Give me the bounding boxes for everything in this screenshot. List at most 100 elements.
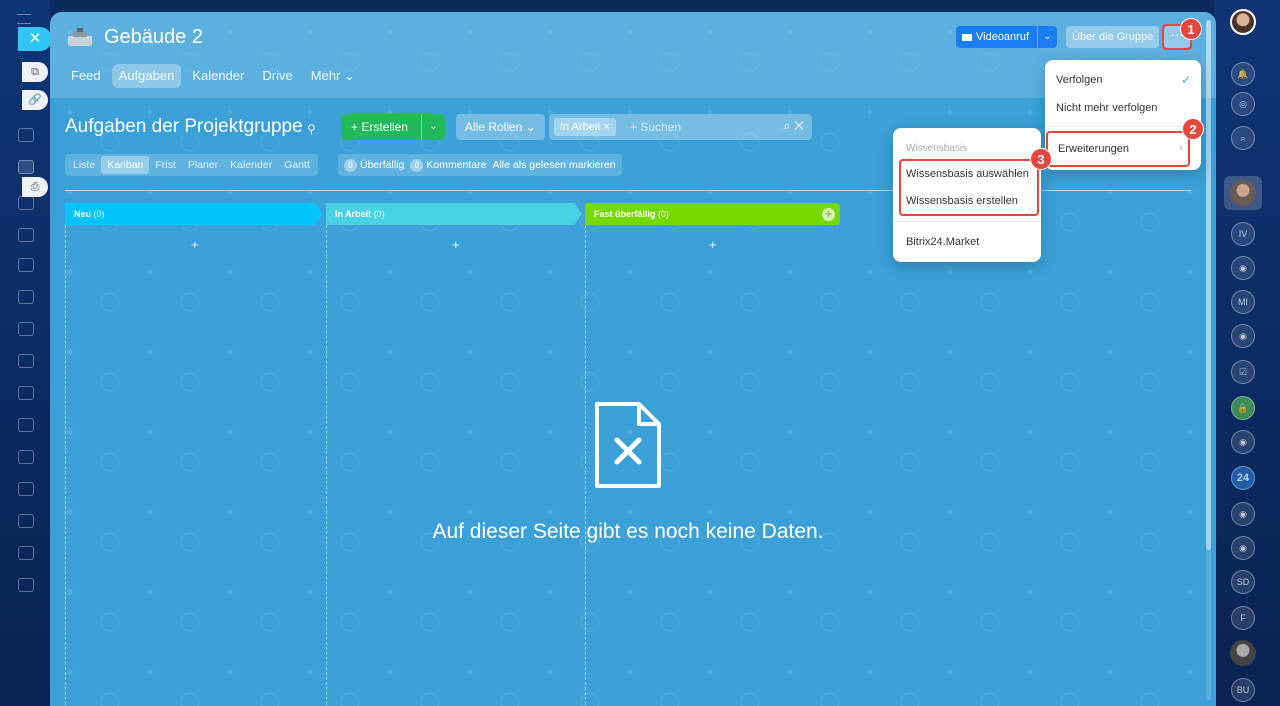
mark-all-read-link[interactable]: Alle als gelesen markieren <box>492 159 615 171</box>
scrollbar-thumb[interactable] <box>1206 20 1211 550</box>
chat-group-icon[interactable]: ◉ <box>1231 430 1255 454</box>
print-icon[interactable]: ⎙ <box>22 177 48 197</box>
list-icon[interactable] <box>18 196 34 210</box>
people-icon[interactable] <box>18 578 34 592</box>
tab-feed[interactable]: Feed <box>64 64 108 88</box>
chat-mi[interactable]: MI <box>1231 290 1255 314</box>
settings-icon[interactable] <box>18 450 34 464</box>
box-icon[interactable] <box>18 514 34 528</box>
group-title: Gebäude 2 <box>104 26 203 48</box>
right-sidebar: 🔔 ◎ ⌕ IV ◉ MI ◉ ☑ 🔒 ◉ 24 ◉ ◉ SD F BU <box>1214 0 1280 706</box>
view-tab-deadline[interactable]: Frist <box>149 156 181 174</box>
menu-item-bitrix24-market[interactable]: Bitrix24.Market <box>906 236 979 248</box>
column-separator <box>585 225 586 706</box>
tab-drive[interactable]: Drive <box>255 64 299 88</box>
clear-search-icon[interactable]: ✕ <box>794 118 804 133</box>
search-placeholder: + Suchen <box>630 120 682 134</box>
scrollbar[interactable] <box>1206 20 1211 700</box>
chat-iv[interactable]: IV <box>1231 222 1255 246</box>
calendar-icon[interactable] <box>18 290 34 304</box>
card-icon[interactable] <box>18 228 34 242</box>
add-column-icon[interactable]: + <box>822 208 835 221</box>
pulse-icon[interactable]: ◎ <box>1231 92 1255 116</box>
view-tab-gantt[interactable]: Gantt <box>278 156 316 174</box>
check-icon: ✓ <box>1180 73 1191 87</box>
video-dropdown-chevron-icon[interactable]: ⌄ <box>1037 26 1057 48</box>
view-tab-kanban[interactable]: Kanban <box>101 156 150 174</box>
group-tabs: Feed Aufgaben Kalender Drive Mehr ⌄ <box>64 64 362 88</box>
monitor-icon[interactable] <box>18 258 34 272</box>
chat-sd[interactable]: SD <box>1231 570 1255 594</box>
roles-filter-button[interactable]: Alle Rollen ⌄ <box>456 114 545 140</box>
task-counters: 0 Überfällig 0 Kommentare Alle als gelesen… <box>338 154 622 176</box>
about-group-button[interactable]: Über die Gruppe <box>1066 26 1160 48</box>
highlight-extensions <box>1046 131 1190 167</box>
add-task-icon[interactable]: + <box>191 237 199 252</box>
create-dropdown-chevron-icon[interactable]: ⌄ <box>421 114 445 140</box>
feed-icon[interactable] <box>18 128 34 142</box>
search-input[interactable]: In Arbeit × + Suchen ⌕ ✕ <box>549 114 812 140</box>
search-icon[interactable]: ⌕ <box>783 118 790 133</box>
cart-icon[interactable] <box>18 386 34 400</box>
chart-icon[interactable] <box>18 354 34 368</box>
id-icon[interactable] <box>18 546 34 560</box>
notifications-icon[interactable]: 🔔 <box>1231 62 1255 86</box>
copy-link-icon[interactable]: 🔗 <box>22 90 48 110</box>
close-slider-button[interactable]: ✕ <box>18 27 52 51</box>
kanban-column-new[interactable]: Neu (0) <box>65 203 323 225</box>
pin-icon[interactable]: ⚲ <box>307 122 316 136</box>
column-separator <box>326 225 327 706</box>
remove-chip-icon[interactable]: × <box>603 121 609 133</box>
filter-icon[interactable] <box>18 418 34 432</box>
add-task-icon[interactable]: + <box>709 237 717 252</box>
filter-chip[interactable]: In Arbeit × <box>554 118 616 136</box>
view-tab-planner[interactable]: Planer <box>182 156 224 174</box>
comments-counter[interactable]: 0 Kommentare <box>410 158 486 172</box>
menu-item-follow[interactable]: Verfolgen <box>1056 74 1102 86</box>
pen-icon[interactable] <box>18 482 34 496</box>
group-logo-icon <box>68 28 92 46</box>
kanban-column-almost-overdue[interactable]: Fast überfällig (0) <box>585 203 840 225</box>
user-avatar[interactable] <box>1230 9 1256 35</box>
add-task-icon[interactable]: + <box>452 237 460 252</box>
video-call-button[interactable]: Videoanruf ⌄ <box>956 26 1057 48</box>
lock-icon[interactable]: 🔒 <box>1231 396 1255 420</box>
camera-icon <box>962 33 972 41</box>
kanban-column-in-progress[interactable]: In Arbeit (0) <box>326 203 582 225</box>
view-switcher: Liste Kanban Frist Planer Kalender Gantt <box>65 154 318 176</box>
search-icon[interactable]: ⌕ <box>1231 126 1255 150</box>
highlight-knowledge-base-items <box>899 159 1039 216</box>
page-title: Aufgaben der Projektgruppe <box>65 116 303 137</box>
empty-document-icon <box>595 402 661 488</box>
chat-f[interactable]: F <box>1231 606 1255 630</box>
chat-bu[interactable]: BU <box>1231 678 1255 702</box>
overdue-counter[interactable]: 0 Überfällig <box>344 158 404 172</box>
bitrix24-icon[interactable]: 24 <box>1231 466 1255 490</box>
menu-divider <box>1045 126 1201 127</box>
tab-more[interactable]: Mehr ⌄ <box>304 64 362 88</box>
tab-tasks[interactable]: Aufgaben <box>111 64 182 88</box>
submenu-header: Wissensbasis <box>906 143 968 154</box>
chat-group-icon[interactable]: ◉ <box>1231 536 1255 560</box>
view-tab-calendar[interactable]: Kalender <box>224 156 278 174</box>
group-icon[interactable] <box>18 160 34 174</box>
chat-group-icon[interactable]: ◉ <box>1231 324 1255 348</box>
menu-item-unfollow[interactable]: Nicht mehr verfolgen <box>1056 102 1158 114</box>
open-new-window-icon[interactable]: ⧉ <box>22 62 48 82</box>
chat-avatar[interactable] <box>1230 180 1256 206</box>
chat-group-icon[interactable]: ◉ <box>1231 502 1255 526</box>
menu-icon[interactable] <box>17 14 31 24</box>
view-tab-list[interactable]: Liste <box>67 156 101 174</box>
menu-divider <box>893 221 1041 222</box>
empty-state-message: Auf dieser Seite gibt es noch keine Date… <box>432 520 824 543</box>
group-slider-panel: Gebäude 2 Feed Aufgaben Kalender Drive M… <box>50 12 1216 706</box>
step-badge-3: 3 <box>1030 148 1052 170</box>
checkbox-icon[interactable] <box>18 322 34 336</box>
chat-avatar[interactable] <box>1230 640 1256 666</box>
chat-group-icon[interactable]: ◉ <box>1231 256 1255 280</box>
tasks-icon[interactable]: ☑ <box>1231 360 1255 384</box>
create-task-button[interactable]: + Erstellen ⌄ <box>341 114 445 140</box>
tab-calendar[interactable]: Kalender <box>185 64 251 88</box>
column-separator <box>65 225 66 706</box>
step-badge-1: 1 <box>1180 18 1202 40</box>
